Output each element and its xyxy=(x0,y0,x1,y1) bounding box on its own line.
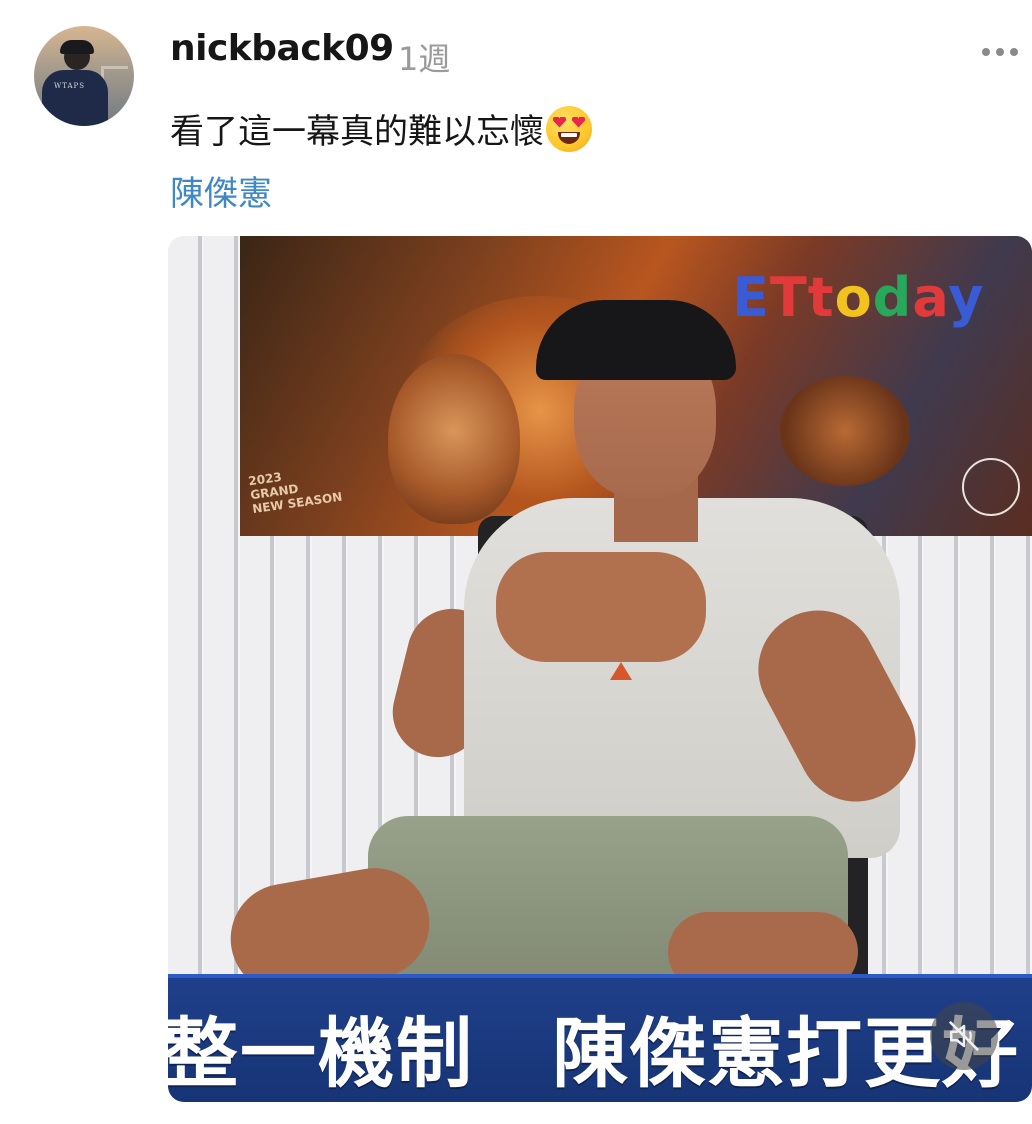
muted-speaker-icon xyxy=(948,1020,980,1052)
username[interactable]: nickback09 xyxy=(170,28,394,69)
heart-eyes-emoji-icon xyxy=(546,105,592,152)
person-hands xyxy=(496,552,706,662)
video-subtitle: 整一機制 陳傑憲打更好 xyxy=(168,1009,1020,1098)
person-cap xyxy=(536,300,736,380)
avatar-shirt-print: WTAPS xyxy=(54,82,86,90)
post-caption: 看了這一幕真的難以忘懷 xyxy=(170,104,592,153)
more-dot-icon xyxy=(1010,48,1018,56)
mute-toggle-button[interactable] xyxy=(930,1002,998,1070)
hashtag-link[interactable]: 陳傑憲 xyxy=(170,166,272,215)
avatar-body xyxy=(42,70,108,126)
lion-graphic xyxy=(388,354,520,524)
caption-text: 看了這一幕真的難以忘懷 xyxy=(170,112,544,152)
avatar[interactable]: WTAPS xyxy=(34,26,134,126)
lion-graphic xyxy=(780,376,910,486)
post-time: 1週 xyxy=(398,40,451,78)
video-player[interactable]: 2023 GRAND NEW SEASON ETtoday 整一機制 陳傑憲打更好 xyxy=(168,236,1032,1102)
brand-logo: ETtoday xyxy=(732,266,985,329)
more-dot-icon xyxy=(982,48,990,56)
team-badge-icon xyxy=(962,458,1020,516)
more-dot-icon xyxy=(996,48,1004,56)
more-options-button[interactable] xyxy=(982,44,1026,60)
poster-season-text: 2023 GRAND NEW SEASON xyxy=(247,469,344,517)
avatar-cap xyxy=(60,40,94,54)
